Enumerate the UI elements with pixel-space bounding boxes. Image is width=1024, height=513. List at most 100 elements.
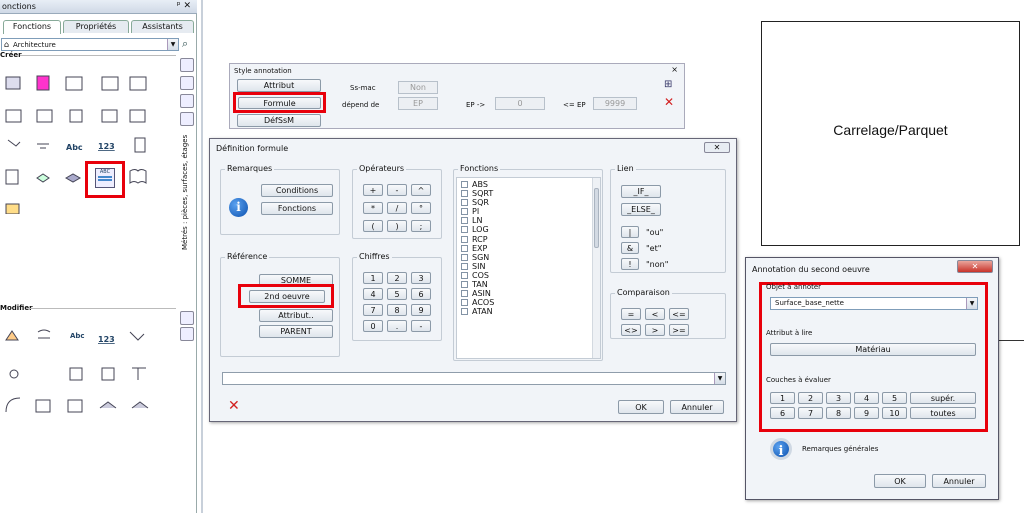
function-item[interactable]: RCP (461, 235, 596, 244)
strip-tool-icon[interactable] (180, 76, 194, 90)
function-item[interactable]: LN (461, 216, 596, 225)
digit-button[interactable]: 9 (411, 304, 431, 316)
operator-button[interactable]: ) (387, 220, 407, 232)
strip-tool-icon[interactable] (180, 58, 194, 72)
function-item[interactable]: ASIN (461, 289, 596, 298)
checkbox[interactable] (461, 262, 468, 270)
cancel-x-icon[interactable]: ✕ (228, 398, 240, 414)
not-button[interactable]: ! (621, 258, 639, 270)
max-field[interactable]: 9999 (593, 97, 637, 110)
compare-button[interactable]: >= (669, 324, 689, 336)
and-button[interactable]: & (621, 242, 639, 254)
operator-button[interactable]: ° (411, 202, 431, 214)
materiau-button[interactable]: Matériau (770, 343, 976, 356)
functions-list[interactable]: ABS SQRT SQR PI LN LOG RCP EXP SGN SIN COS TAN ASIN A… (456, 177, 601, 359)
digit-button[interactable]: . (387, 320, 407, 332)
function-item[interactable]: ABS (461, 180, 596, 189)
function-item[interactable]: COS (461, 271, 596, 280)
function-item[interactable]: LOG (461, 225, 596, 234)
digit-button[interactable]: - (411, 320, 431, 332)
layer-button[interactable]: 4 (854, 392, 879, 404)
checkbox[interactable] (461, 308, 468, 316)
attribut-button[interactable]: Attribut.. (259, 309, 333, 322)
checkbox[interactable] (461, 208, 468, 216)
checkbox[interactable] (461, 299, 468, 307)
checkbox[interactable] (461, 235, 468, 243)
operator-button[interactable]: + (363, 184, 383, 196)
checkbox[interactable] (461, 244, 468, 252)
checkbox[interactable] (461, 253, 468, 261)
operator-button[interactable]: - (387, 184, 407, 196)
else-button[interactable]: _ELSE_ (621, 203, 661, 216)
checkbox[interactable] (461, 199, 468, 207)
compare-button[interactable]: <> (621, 324, 641, 336)
attribut-button[interactable]: Attribut (237, 79, 321, 92)
or-button[interactable]: | (621, 226, 639, 238)
layer-button[interactable]: 7 (798, 407, 823, 419)
tab-assistants[interactable]: Assistants (131, 20, 194, 33)
layer-button[interactable]: 2 (798, 392, 823, 404)
info-icon[interactable]: i (229, 198, 248, 217)
objet-select[interactable]: Surface_base_nette ▼ (770, 297, 978, 310)
checkbox[interactable] (461, 281, 468, 289)
operator-button[interactable]: ^ (411, 184, 431, 196)
remarks-label[interactable]: Remarques générales (802, 445, 878, 453)
toutes-button[interactable]: toutes (910, 407, 976, 419)
annotation-label-icon[interactable]: ABC (95, 168, 115, 188)
function-item[interactable]: SQRT (461, 189, 596, 198)
layer-button[interactable]: 10 (882, 407, 907, 419)
fonctions-button[interactable]: Fonctions (261, 202, 333, 215)
ssmac-field[interactable]: Non (398, 81, 438, 94)
function-item[interactable]: ACOS (461, 298, 596, 307)
function-item[interactable]: SIN (461, 262, 596, 271)
ok-button[interactable]: OK (874, 474, 926, 488)
close-icon[interactable]: × (671, 65, 678, 74)
formule-button[interactable]: Formule (238, 97, 321, 109)
checkbox[interactable] (461, 217, 468, 225)
tab-proprietes[interactable]: Propriétés (63, 20, 129, 33)
superieur-button[interactable]: supér. (910, 392, 976, 404)
digit-button[interactable]: 8 (387, 304, 407, 316)
close-icon[interactable]: ✕ (957, 260, 993, 273)
scroll-thumb[interactable] (594, 188, 599, 248)
ok-button[interactable]: OK (618, 400, 664, 414)
function-item[interactable]: SQR (461, 198, 596, 207)
vertical-category-label[interactable]: Métrés : pièces, surfaces, étages (181, 120, 193, 250)
chevron-down-icon[interactable]: ▼ (714, 373, 725, 384)
search-icon[interactable]: ⌕ (182, 37, 188, 51)
strip-tool-icon[interactable] (180, 327, 194, 341)
operator-button[interactable]: * (363, 202, 383, 214)
layer-button[interactable]: 3 (826, 392, 851, 404)
digit-button[interactable]: 7 (363, 304, 383, 316)
formula-input[interactable]: ▼ (222, 372, 726, 385)
operator-button[interactable]: / (387, 202, 407, 214)
chevron-down-icon[interactable]: ▼ (167, 39, 178, 50)
digit-button[interactable]: 5 (387, 288, 407, 300)
chevron-down-icon[interactable]: ▼ (966, 298, 977, 309)
digit-button[interactable]: 4 (363, 288, 383, 300)
splitter[interactable] (201, 0, 203, 513)
conditions-button[interactable]: Conditions (261, 184, 333, 197)
checkbox[interactable] (461, 226, 468, 234)
depend-field[interactable]: EP (398, 97, 438, 110)
panel-pin-close-icon[interactable]: ᵖ ✕ (177, 1, 191, 11)
functions-scrollbar[interactable] (592, 178, 600, 358)
digit-button[interactable]: 3 (411, 272, 431, 284)
tab-fonctions[interactable]: Fonctions (3, 20, 61, 34)
function-item[interactable]: TAN (461, 280, 596, 289)
defssm-button[interactable]: DéfSsM (237, 114, 321, 127)
checkbox[interactable] (461, 181, 468, 188)
function-item[interactable]: SGN (461, 253, 596, 262)
compare-button[interactable]: < (645, 308, 665, 320)
checkbox[interactable] (461, 271, 468, 279)
if-button[interactable]: _IF_ (621, 185, 661, 198)
digit-button[interactable]: 2 (387, 272, 407, 284)
info-icon[interactable]: i (770, 438, 792, 460)
cancel-x-icon[interactable]: ✕ (664, 95, 674, 109)
compare-button[interactable]: = (621, 308, 641, 320)
digit-button[interactable]: 0 (363, 320, 383, 332)
function-item[interactable]: ATAN (461, 307, 596, 316)
2nd-oeuvre-button[interactable]: 2nd oeuvre (249, 290, 325, 303)
strip-tool-icon[interactable] (180, 94, 194, 108)
min-field[interactable]: 0 (495, 97, 545, 110)
